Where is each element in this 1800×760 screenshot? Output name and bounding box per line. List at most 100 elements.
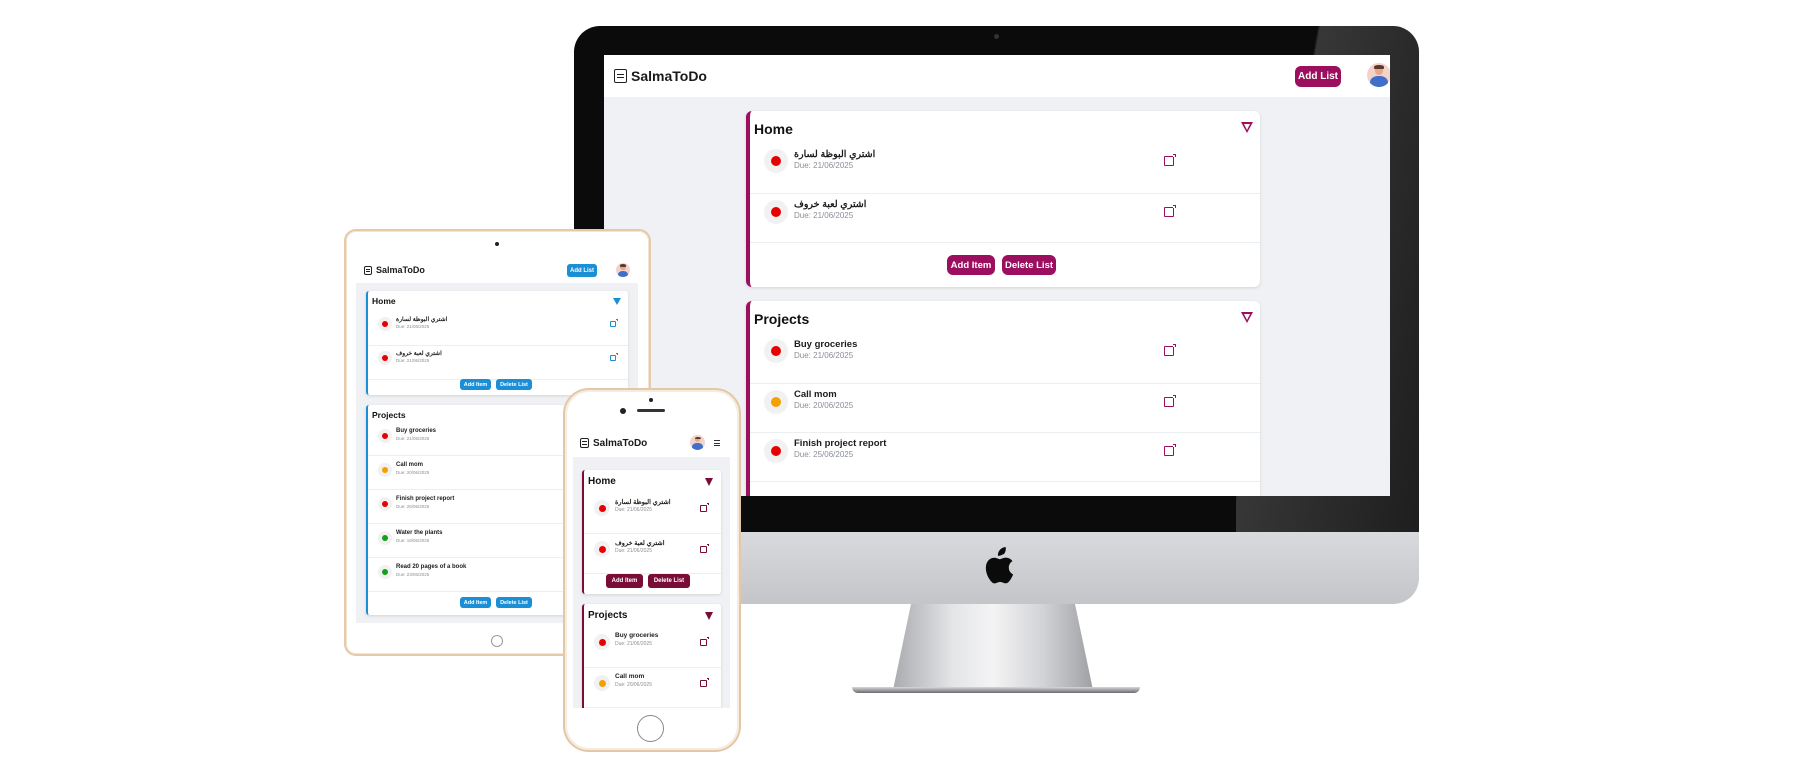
task-title: Buy groceries	[794, 339, 858, 350]
task-title: اشتري لعبة خروف	[615, 540, 665, 547]
delete-list-button[interactable]: Delete List	[496, 379, 532, 390]
collapse-toggle-icon[interactable]	[705, 612, 713, 620]
delete-list-button[interactable]: Delete List	[648, 574, 690, 588]
task-row[interactable]: Call mom Due: 20/06/2025	[750, 383, 1260, 433]
navbar: SalmaToDo	[573, 429, 730, 457]
open-task-icon[interactable]	[1164, 154, 1176, 166]
list-icon	[614, 69, 627, 83]
open-task-icon[interactable]	[700, 678, 709, 687]
add-list-button[interactable]: Add List	[1295, 66, 1341, 87]
list-title: Home	[372, 296, 396, 306]
open-task-icon[interactable]	[1164, 205, 1176, 217]
open-task-icon[interactable]	[700, 637, 709, 646]
task-due: Due: 21/06/2025	[615, 507, 652, 513]
task-due: Due: 20/06/2025	[794, 401, 854, 410]
app-logo[interactable]: SalmaToDo	[614, 68, 707, 84]
priority-indicator	[764, 200, 788, 224]
avatar[interactable]	[690, 435, 705, 450]
priority-indicator	[378, 497, 392, 511]
priority-indicator	[378, 351, 392, 365]
ipad-camera	[495, 242, 499, 246]
task-title: اشتري لعبة خروف	[794, 199, 867, 210]
iphone-home-button	[637, 715, 664, 742]
list-card-home: Home اشتري البوظة لسارة Due: 21/06/2025 …	[366, 291, 628, 395]
task-row[interactable]: Buy groceries Due: 21/06/2025	[584, 627, 721, 668]
iphone-front-sensor	[620, 408, 626, 414]
delete-list-button[interactable]: Delete List	[496, 597, 532, 608]
priority-indicator	[594, 634, 610, 650]
add-item-button[interactable]: Add Item	[460, 597, 491, 608]
task-due: Due: 25/06/2025	[794, 450, 854, 459]
add-item-button[interactable]: Add Item	[460, 379, 491, 390]
task-title: Call mom	[794, 389, 837, 400]
avatar[interactable]	[1367, 63, 1390, 87]
priority-indicator	[594, 500, 610, 516]
task-row[interactable]: اشتري لعبة خروف Due: 21/06/2025	[750, 193, 1260, 243]
priority-indicator	[764, 339, 788, 363]
task-title: Buy groceries	[396, 428, 437, 434]
imac-stand	[893, 604, 1093, 690]
task-due: Due: 21/06/2025	[615, 641, 652, 647]
task-row[interactable]: اشتري لعبة خروف Due: 21/06/2025	[584, 533, 721, 574]
open-task-icon[interactable]	[700, 544, 709, 553]
open-task-icon[interactable]	[700, 503, 709, 512]
open-task-icon[interactable]	[1164, 344, 1176, 356]
task-row[interactable]: اشتري لعبة خروف Due: 21/06/2025	[368, 345, 628, 380]
add-item-button[interactable]: Add Item	[947, 255, 995, 275]
collapse-toggle-inner	[1244, 314, 1250, 320]
collapse-toggle-icon[interactable]	[705, 478, 713, 486]
add-item-button[interactable]: Add Item	[606, 574, 643, 588]
priority-indicator	[764, 390, 788, 414]
task-due: Due: 21/06/2025	[396, 436, 430, 441]
task-due: Due: 21/06/2025	[396, 358, 430, 363]
list-card-home: Home اشتري البوظة لسارة Due: 21/06/2025 …	[582, 470, 721, 594]
task-row[interactable]: Buy groceries Due: 21/06/2025	[750, 334, 1260, 384]
add-list-button[interactable]: Add List	[567, 264, 597, 277]
priority-indicator	[378, 429, 392, 443]
task-title: اشتري البوظة لسارة	[396, 317, 448, 323]
list-title: Home	[754, 121, 793, 137]
navbar: SalmaToDo Add List	[356, 257, 638, 283]
priority-indicator	[594, 541, 610, 557]
task-due: Due: 19/06/2025	[396, 538, 430, 543]
task-row[interactable]: اشتري البوظة لسارة Due: 21/06/2025	[584, 493, 721, 534]
task-due: Due: 21/06/2025	[794, 211, 854, 220]
priority-indicator	[378, 565, 392, 579]
apple-logo-icon	[985, 547, 1014, 584]
list-title: Projects	[372, 410, 406, 420]
open-task-icon[interactable]	[610, 319, 618, 327]
task-title: اشتري البوظة لسارة	[615, 499, 671, 506]
list-card-home: Home اشتري البوظة لسارة Due: 21/06/2025 …	[746, 111, 1260, 287]
hamburger-icon[interactable]	[714, 440, 720, 446]
task-row[interactable]: Call mom Due: 20/06/2025	[584, 667, 721, 708]
app-logo[interactable]: SalmaToDo	[580, 438, 647, 449]
task-due: Due: 25/06/2025	[396, 504, 430, 509]
app-name: SalmaToDo	[631, 68, 707, 84]
delete-list-button[interactable]: Delete List	[1002, 255, 1056, 275]
open-task-icon[interactable]	[1164, 395, 1176, 407]
task-title: Buy groceries	[615, 632, 659, 639]
task-title: Finish project report	[396, 496, 455, 502]
open-task-icon[interactable]	[1164, 444, 1176, 456]
collapse-toggle-icon[interactable]	[613, 298, 621, 305]
task-row[interactable]: اشتري البوظة لسارة Due: 21/06/2025	[368, 311, 628, 346]
list-icon	[580, 438, 589, 448]
list-title: Projects	[588, 610, 628, 621]
navbar: SalmaToDo Add List	[604, 55, 1390, 97]
priority-indicator	[594, 675, 610, 691]
task-title: Call mom	[615, 673, 645, 680]
priority-indicator	[378, 531, 392, 545]
avatar[interactable]	[616, 263, 630, 277]
list-card-projects: Projects Buy groceries Due: 21/06/2025 C…	[746, 301, 1260, 496]
priority-indicator	[378, 317, 392, 331]
task-due: Due: 21/06/2025	[615, 548, 652, 554]
imac-stand-base	[852, 687, 1140, 693]
open-task-icon[interactable]	[610, 353, 618, 361]
app-logo[interactable]: SalmaToDo	[364, 265, 425, 275]
task-due: Due: 20/06/2025	[396, 470, 430, 475]
app-name: SalmaToDo	[593, 437, 648, 449]
task-row[interactable]: Finish project report Due: 25/06/2025	[750, 432, 1260, 482]
task-row[interactable]: اشتري البوظة لسارة Due: 21/06/2025	[750, 144, 1260, 194]
ipad-home-button	[491, 635, 503, 647]
iphone-camera	[649, 398, 653, 402]
